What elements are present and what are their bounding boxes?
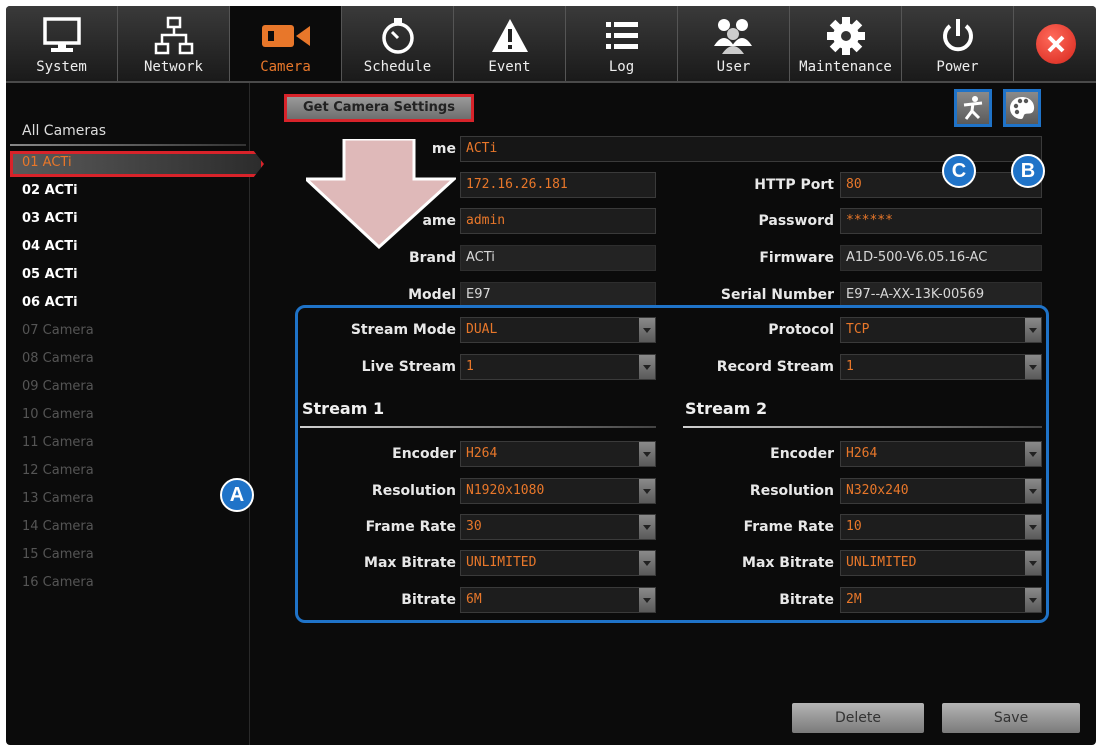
- annotation-box-a: [295, 305, 1049, 623]
- all-cameras-header: All Cameras: [22, 123, 107, 139]
- username-field[interactable]: admin: [460, 208, 656, 234]
- annotation-badge-a: A: [220, 478, 254, 512]
- gear-icon: [790, 14, 901, 58]
- top-menu-bar: System Network Camera Schedule Event Log…: [6, 6, 1096, 83]
- password-field[interactable]: ******: [840, 208, 1042, 234]
- tab-label: Event: [488, 59, 531, 75]
- tab-power[interactable]: Power: [902, 6, 1014, 81]
- camera-list-item-10[interactable]: 10 Camera: [22, 407, 94, 422]
- monitor-icon: [6, 14, 117, 58]
- get-camera-settings-button[interactable]: Get Camera Settings: [284, 94, 474, 122]
- tab-camera[interactable]: Camera: [230, 6, 342, 81]
- camera-list-item-03[interactable]: 03 ACTi: [22, 211, 78, 226]
- brand-label: Brand: [408, 250, 456, 266]
- brand-value: ACTi: [460, 245, 656, 271]
- tab-label: Maintenance: [799, 59, 892, 75]
- tab-event[interactable]: Event: [454, 6, 566, 81]
- warning-icon: [454, 14, 565, 58]
- camera-list-item-08[interactable]: 08 Camera: [22, 351, 94, 366]
- camera-settings-window: System Network Camera Schedule Event Log…: [6, 6, 1096, 745]
- annotation-badge-c: C: [942, 154, 976, 188]
- tab-label: Log: [608, 59, 635, 75]
- camera-list-item-09[interactable]: 09 Camera: [22, 379, 94, 394]
- tab-log[interactable]: Log: [566, 6, 678, 81]
- ip-address-field[interactable]: 172.16.26.181: [460, 172, 656, 198]
- tab-schedule[interactable]: Schedule: [342, 6, 454, 81]
- camera-list-item-13[interactable]: 13 Camera: [22, 491, 94, 506]
- person-icon: [963, 96, 983, 120]
- camera-list-item-04[interactable]: 04 ACTi: [22, 239, 78, 254]
- tab-label: Schedule: [363, 59, 432, 75]
- tab-label: Power: [936, 59, 979, 75]
- camera-list-item-14[interactable]: 14 Camera: [22, 519, 94, 534]
- close-button[interactable]: [1036, 24, 1076, 64]
- tab-maintenance[interactable]: Maintenance: [790, 6, 902, 81]
- tab-label: Network: [143, 59, 203, 75]
- users-icon: [678, 14, 789, 58]
- serial-number-label: Serial Number: [720, 287, 834, 303]
- tab-user[interactable]: User: [678, 6, 790, 81]
- camera-list-item-01[interactable]: 01 ACTi: [22, 155, 72, 170]
- tab-label: User: [716, 59, 751, 75]
- camera-list-item-02[interactable]: 02 ACTi: [22, 183, 78, 198]
- camera-icon: [230, 14, 341, 58]
- save-button[interactable]: Save: [942, 703, 1080, 733]
- firmware-label: Firmware: [759, 250, 834, 266]
- http-port-label: HTTP Port: [754, 177, 834, 193]
- close-icon: [1047, 35, 1065, 53]
- camera-list-item-15[interactable]: 15 Camera: [22, 547, 94, 562]
- network-icon: [118, 14, 229, 58]
- power-icon: [902, 14, 1013, 58]
- camera-list-item-05[interactable]: 05 ACTi: [22, 267, 78, 282]
- image-settings-button[interactable]: [1003, 89, 1041, 127]
- tab-label: Camera: [260, 59, 311, 75]
- camera-list-item-16[interactable]: 16 Camera: [22, 575, 94, 590]
- stopwatch-icon: [342, 14, 453, 58]
- camera-list-item-11[interactable]: 11 Camera: [22, 435, 94, 450]
- delete-button[interactable]: Delete: [792, 703, 924, 733]
- camera-list-sidebar: All Cameras 01 ACTi 02 ACTi 03 ACTi 04 A…: [6, 83, 264, 745]
- tab-network[interactable]: Network: [118, 6, 230, 81]
- person-motion-button[interactable]: [954, 89, 992, 127]
- tab-system[interactable]: System: [6, 6, 118, 81]
- down-arrow-icon: [306, 139, 456, 249]
- camera-list-item-06[interactable]: 06 ACTi: [22, 295, 78, 310]
- divider: [10, 144, 246, 146]
- model-label: Model: [408, 287, 456, 303]
- camera-list-item-07[interactable]: 07 Camera: [22, 323, 94, 338]
- firmware-value: A1D-500-V6.05.16-AC: [840, 245, 1042, 271]
- annotation-badge-b: B: [1011, 154, 1045, 188]
- camera-list-item-12[interactable]: 12 Camera: [22, 463, 94, 478]
- password-label: Password: [758, 213, 834, 229]
- tab-label: System: [36, 59, 87, 75]
- list-icon: [566, 14, 677, 58]
- palette-icon: [1010, 97, 1035, 119]
